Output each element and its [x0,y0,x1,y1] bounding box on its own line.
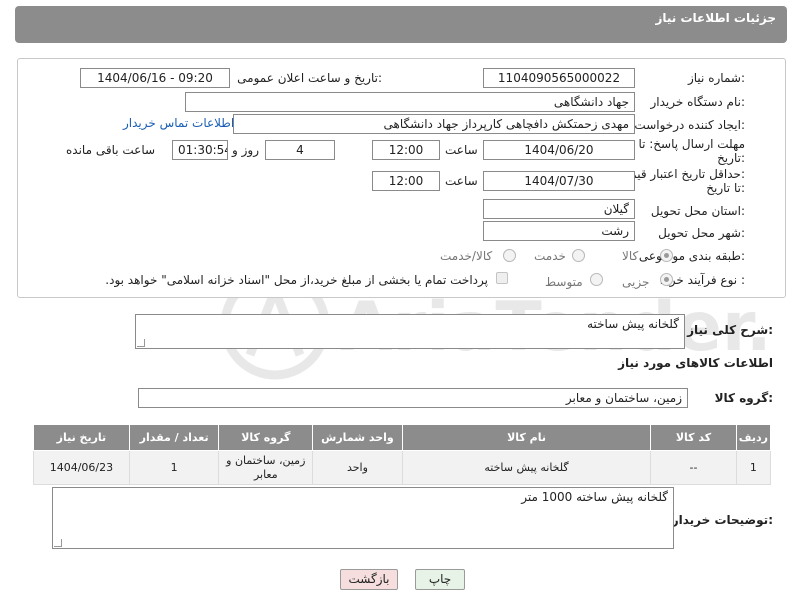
process-radio-medium[interactable] [590,273,603,286]
table-row: 1 -- گلخانه پیش ساخته واحد زمین، ساختمان… [33,450,772,485]
buyer-notes-textarea[interactable]: گلخانه پیش ساخته 1000 متر [52,487,674,549]
back-button[interactable]: بازگشت [340,569,398,590]
remaining-time-label: ساعت باقی مانده [66,143,156,157]
resize-handle[interactable] [137,339,145,347]
goods-group-label: گروه کالا: [714,391,773,405]
city-label: شهر محل تحویل: [658,226,745,240]
goods-section-title: اطلاعات کالاهای مورد نیاز [618,356,773,370]
description-label: شرح کلی نیاز: [687,323,773,337]
cell-row: 1 [735,450,772,485]
resize-handle[interactable] [54,539,62,547]
cell-name: گلخانه پیش ساخته [401,450,652,485]
description-text: گلخانه پیش ساخته [587,317,679,331]
print-button[interactable]: چاپ [415,569,465,590]
deadline-label: مهلت ارسال پاسخ: تا [638,137,745,151]
treasury-payment-note: پرداخت تمام یا بخشی از مبلغ خرید،از محل … [105,273,488,287]
cell-group: زمین، ساختمان و معابر [218,450,314,485]
need-number-label: شماره نیاز: [687,71,745,85]
description-textarea[interactable]: گلخانه پیش ساخته [135,314,685,349]
deadline-label-date: تاریخ: [717,151,745,165]
validity-time-label: ساعت [445,174,478,188]
deadline-time-field[interactable]: 12:00 [372,140,440,160]
buyer-notes-text: گلخانه پیش ساخته 1000 متر [521,490,668,504]
col-group-header: گروه کالا [218,424,314,451]
validity-time-field[interactable]: 12:00 [372,171,440,191]
creator-label: ایجاد کننده درخواست: [634,118,745,132]
buyer-notes-label: توضیحات خریدار: [671,513,773,527]
remaining-time-field[interactable]: 01:30:54 [172,140,228,160]
remaining-days-field[interactable]: 4 [265,140,335,160]
category-radio-goods[interactable] [660,249,673,262]
city-field[interactable]: رشت [483,221,635,241]
buyer-contact-link[interactable]: اطلاعات تماس خریدار [123,116,234,130]
col-unit-header: واحد شمارش [312,424,403,451]
category-option-goods: کالا [622,249,639,263]
category-option-service: خدمت [534,249,566,263]
creator-field[interactable]: مهدی زحمتکش دافچاهی کارپرداز جهاد دانشگا… [233,114,635,134]
treasury-payment-checkbox[interactable] [496,272,508,284]
goods-table: ردیف کد کالا نام کالا واحد شمارش گروه کا… [33,424,772,485]
category-radio-goods-service[interactable] [503,249,516,262]
cell-code: -- [650,450,737,485]
province-label: استان محل تحویل: [650,204,745,218]
price-validity-label: حداقل تاریخ اعتبار قیمت: [618,167,745,181]
need-number-field[interactable]: 1104090565000022 [483,68,635,88]
buyer-org-label: نام دستگاه خریدار: [650,95,746,109]
col-name-header: نام کالا [401,424,652,451]
price-validity-label-date: تا تاریخ: [706,181,745,195]
process-option-medium: متوسط [545,275,583,289]
process-radio-minor[interactable] [660,273,673,286]
category-option-goods-service: کالا/خدمت [440,249,493,263]
table-header-row: ردیف کد کالا نام کالا واحد شمارش گروه کا… [33,424,772,451]
cell-qty: 1 [128,450,220,485]
province-field[interactable]: گیلان [483,199,635,219]
category-label: طبقه بندی موضوعی: [638,249,745,263]
validity-date-field[interactable]: 1404/07/30 [483,171,635,191]
days-label: روز و [232,143,259,157]
process-option-minor: جزیی [622,275,650,289]
deadline-time-label: ساعت [445,143,478,157]
col-qty-header: تعداد / مقدار [128,424,220,451]
announce-datetime-field[interactable]: 1404/06/16 - 09:20 [80,68,230,88]
buyer-org-field[interactable]: جهاد دانشگاهی [185,92,635,112]
announce-datetime-label: تاریخ و ساعت اعلان عمومی: [237,71,382,85]
cell-unit: واحد [312,450,403,485]
col-code-header: کد کالا [650,424,737,451]
col-row-header: ردیف [735,424,772,451]
col-date-header: تاریخ نیاز [33,424,130,451]
goods-group-field[interactable]: زمین، ساختمان و معابر [138,388,688,408]
page-title: جزئیات اطلاعات نیاز [655,11,776,25]
category-radio-service[interactable] [572,249,585,262]
deadline-date-field[interactable]: 1404/06/20 [483,140,635,160]
cell-date: 1404/06/23 [33,450,130,485]
